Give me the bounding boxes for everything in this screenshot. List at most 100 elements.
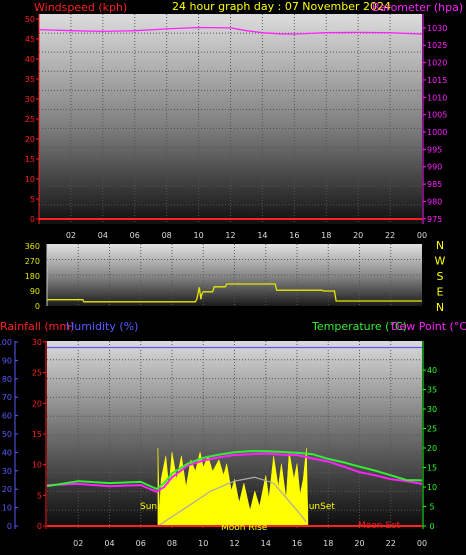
weather-graph-canvas: Windspeed (kph) 24 hour graph day : 07 N… [0, 0, 466, 548]
rainfall-tick-label: 30 [32, 338, 42, 347]
windspeed-tick-label: 0 [30, 215, 35, 224]
hour-tick-label: 02 [73, 539, 83, 548]
barometer-tick-label: 1000 [427, 128, 447, 137]
hour-tick-label: 04 [98, 231, 108, 240]
temperature-x-axis: 02 04 06 08 10 12 14 16 18 20 22 00 [73, 539, 427, 548]
hour-tick-label: 14 [261, 539, 271, 548]
compass-label: N [436, 239, 444, 252]
compass-label: W [435, 255, 446, 268]
barometer-tick-label: 980 [427, 197, 442, 206]
windspeed-tick-label: 20 [25, 135, 35, 144]
moonset-label: Moon Set [358, 521, 401, 531]
windspeed-tick-label: 35 [25, 75, 35, 84]
windspeed-axis-title: Windspeed (kph) [34, 1, 127, 14]
temperature-tick-label: 5 [429, 503, 434, 512]
wind-direction-axis: 0 90 180 270 360 [25, 242, 48, 311]
barometer-axis: 975 980 985 990 995 1000 1005 1010 1015 1020 1025 1… [422, 14, 447, 224]
humidity-tick-label: 60 [2, 412, 12, 421]
direction-tick-label: 360 [25, 242, 40, 251]
temperature-tick-label: 15 [427, 464, 437, 473]
rainfall-tick-label: 0 [37, 522, 42, 531]
wind-pressure-x-axis: 02 04 06 08 10 12 14 16 18 20 22 00 [66, 231, 427, 240]
hour-tick-label: 08 [162, 231, 172, 240]
hour-tick-label: 16 [292, 539, 302, 548]
temperature-tick-label: 0 [429, 522, 434, 531]
barometer-tick-label: 1020 [427, 59, 447, 68]
humidity-tick-label: 30 [2, 467, 12, 476]
temperature-tick-label: 20 [427, 444, 437, 453]
humidity-tick-label: 10 [2, 504, 12, 513]
chart-title: 24 hour graph day : 07 November 2024 [172, 0, 391, 13]
humidity-tick-label: 40 [2, 448, 12, 457]
barometer-tick-label: 990 [427, 163, 442, 172]
humidity-tick-label: 0 [7, 522, 12, 531]
hour-tick-label: 22 [385, 231, 395, 240]
windspeed-tick-label: 25 [25, 115, 35, 124]
humidity-tick-label: 100 [0, 338, 12, 347]
humidity-tick-label: 80 [2, 375, 12, 384]
hour-tick-label: 00 [417, 231, 427, 240]
windspeed-axis: 0 5 10 15 20 25 30 35 40 45 50 [25, 14, 40, 224]
direction-tick-label: 0 [35, 302, 40, 311]
humidity-tick-label: 50 [2, 430, 12, 439]
temperature-tick-label: 25 [427, 425, 437, 434]
rainfall-axis: 0 5 10 15 20 25 30 [32, 338, 47, 531]
dewpoint-axis-title: Dew Point (°C) [391, 320, 466, 333]
hour-tick-label: 18 [321, 231, 331, 240]
compass-label: S [437, 270, 444, 283]
compass-labels: NWSEN [435, 239, 446, 314]
temperature-tick-label: 35 [427, 386, 437, 395]
compass-label: E [437, 286, 444, 299]
hour-tick-label: 22 [386, 539, 396, 548]
windspeed-tick-label: 50 [25, 15, 35, 24]
humidity-tick-label: 70 [2, 393, 12, 402]
windspeed-tick-label: 40 [25, 55, 35, 64]
barometer-tick-label: 975 [427, 215, 442, 224]
hour-tick-label: 06 [136, 539, 146, 548]
compass-label: N [436, 301, 444, 314]
barometer-tick-label: 985 [427, 180, 442, 189]
humidity-axis: 0 10 20 30 40 50 60 70 80 90 100 [0, 338, 18, 531]
direction-tick-label: 270 [25, 257, 40, 266]
moonrise-label: Moon Rise [221, 523, 268, 533]
rainfall-tick-label: 10 [32, 461, 42, 470]
windspeed-tick-label: 5 [30, 195, 35, 204]
barometer-tick-label: 1030 [427, 24, 447, 33]
windspeed-tick-label: 30 [25, 95, 35, 104]
hour-tick-label: 14 [257, 231, 267, 240]
barometer-axis-title: Barometer (hpa) [372, 1, 463, 14]
barometer-tick-label: 1025 [427, 41, 447, 50]
hour-tick-label: 00 [417, 539, 427, 548]
windspeed-tick-label: 15 [25, 155, 35, 164]
barometer-tick-label: 1015 [427, 76, 447, 85]
barometer-tick-label: 1010 [427, 93, 447, 102]
temperature-tick-label: 40 [427, 366, 437, 375]
sunrise-label: Sunrise [140, 502, 174, 512]
hour-tick-label: 10 [198, 539, 208, 548]
humidity-axis-title: Humidity (%) [66, 320, 138, 333]
windspeed-tick-label: 45 [25, 35, 35, 44]
direction-tick-label: 180 [25, 272, 40, 281]
hour-tick-label: 20 [354, 539, 364, 548]
hour-tick-label: 18 [323, 539, 333, 548]
hour-tick-label: 20 [353, 231, 363, 240]
rainfall-tick-label: 15 [32, 430, 42, 439]
hour-tick-label: 12 [225, 231, 235, 240]
hour-tick-label: 04 [104, 539, 114, 548]
hour-tick-label: 16 [289, 231, 299, 240]
weather-graph: Windspeed (kph) 24 hour graph day : 07 N… [0, 0, 466, 555]
hour-tick-label: 08 [167, 539, 177, 548]
direction-tick-label: 90 [30, 287, 40, 296]
hour-tick-label: 02 [66, 231, 76, 240]
barometer-tick-label: 1005 [427, 111, 447, 120]
rainfall-axis-title: Rainfall (mm) [0, 320, 74, 333]
temperature-axis: 0 5 10 15 20 25 30 35 40 [422, 341, 437, 531]
sunset-label: SunSet [303, 502, 335, 512]
hour-tick-label: 06 [130, 231, 140, 240]
humidity-tick-label: 20 [2, 485, 12, 494]
windspeed-tick-label: 10 [25, 175, 35, 184]
rainfall-tick-label: 25 [32, 369, 42, 378]
temperature-tick-label: 10 [427, 483, 437, 492]
temperature-tick-label: 30 [427, 405, 437, 414]
rainfall-tick-label: 5 [37, 491, 42, 500]
